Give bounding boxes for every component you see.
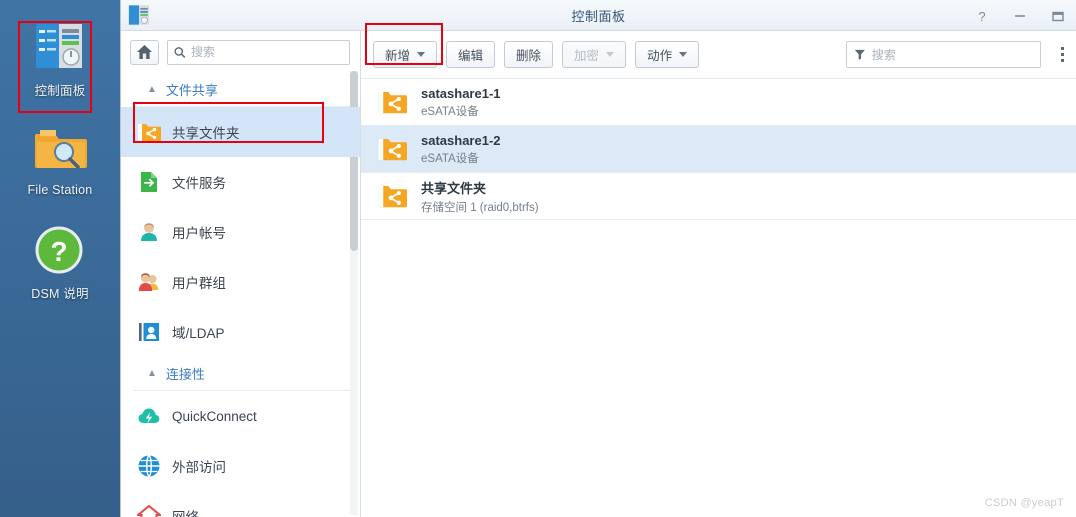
chevron-down-icon xyxy=(606,52,615,57)
chevron-down-icon xyxy=(417,52,426,57)
control-panel-window: 控制面板 ? 搜索 ▲ 文件共享 共享文件夹 文件服务 用户帐号 用户群组 域/… xyxy=(120,0,1076,517)
edit-button[interactable]: 编辑 xyxy=(446,41,496,68)
user-account-icon xyxy=(137,220,161,244)
sidebar-group-header-connectivity[interactable]: ▲ 连接性 xyxy=(133,357,350,391)
delete-button-label: 删除 xyxy=(516,49,542,63)
sidebar-item-label: 用户群组 xyxy=(172,276,226,291)
action-button[interactable]: 动作 xyxy=(635,41,700,68)
encrypt-button-label: 加密 xyxy=(574,49,600,63)
desktop-background: 控制面板 File Station ? DSM 说明 xyxy=(0,0,120,517)
list-item-subtitle: 存储空间 1 (raid0,btrfs) xyxy=(421,201,539,214)
window-title: 控制面板 xyxy=(571,8,626,24)
chevron-up-icon: ▲ xyxy=(147,367,157,379)
shared-folder-icon xyxy=(137,120,161,144)
shared-folder-list: satashare1-1 eSATA设备 satashare1-2 eSATA设… xyxy=(361,79,1076,517)
sidebar-item-external-access[interactable]: 外部访问 xyxy=(121,441,360,491)
list-item-title: 共享文件夹 xyxy=(421,180,487,196)
window-controls: ? xyxy=(972,0,1068,31)
content-pane: 新增 编辑 删除 加密 动作 搜索 satashare1-1 eSATA设备 s… xyxy=(361,31,1076,517)
home-icon[interactable] xyxy=(130,39,160,65)
desktop-icon-label: File Station xyxy=(27,183,93,197)
desktop-icon-file-station[interactable]: File Station xyxy=(0,125,120,197)
sidebar-item-label: 用户帐号 xyxy=(172,226,226,241)
list-item-subtitle: eSATA设备 xyxy=(421,105,479,118)
sidebar-group-header-file-sharing[interactable]: ▲ 文件共享 xyxy=(133,73,350,107)
sidebar-group-label: 连接性 xyxy=(165,367,205,382)
desktop-icon-label: DSM 说明 xyxy=(31,287,89,301)
control-panel-icon xyxy=(34,22,86,74)
sidebar-group-label: 文件共享 xyxy=(165,83,218,98)
sidebar-item-label: 域/LDAP xyxy=(172,326,225,341)
minimize-icon[interactable] xyxy=(1010,6,1030,26)
sidebar-item-file-service[interactable]: 文件服务 xyxy=(121,157,360,207)
sidebar-item-label: 外部访问 xyxy=(172,460,226,475)
user-group-icon xyxy=(137,270,161,294)
quickconnect-icon xyxy=(137,404,161,428)
sidebar-item-shared-folder[interactable]: 共享文件夹 xyxy=(121,107,360,157)
list-item[interactable]: satashare1-2 eSATA设备 xyxy=(361,126,1076,172)
desktop-icon-label: 控制面板 xyxy=(34,84,86,98)
sidebar-scroll-area: ▲ 文件共享 共享文件夹 文件服务 用户帐号 用户群组 域/LDAP ▲ 连接性… xyxy=(121,69,360,517)
sidebar-item-label: 网络 xyxy=(172,506,199,517)
create-button-label: 新增 xyxy=(385,49,411,63)
watermark: CSDN @yeapT xyxy=(984,497,1064,509)
file-service-icon xyxy=(137,170,161,194)
filter-icon xyxy=(854,49,865,60)
shared-folder-icon xyxy=(377,87,407,117)
chevron-up-icon: ▲ xyxy=(147,83,157,95)
more-options-icon[interactable] xyxy=(1054,41,1070,68)
sidebar-item-user-group[interactable]: 用户群组 xyxy=(121,257,360,307)
sidebar-item-user-account[interactable]: 用户帐号 xyxy=(121,207,360,257)
dsm-help-icon: ? xyxy=(34,225,86,277)
sidebar-item-label: 共享文件夹 xyxy=(172,126,240,141)
search-icon xyxy=(174,46,186,58)
filter-input[interactable] xyxy=(871,47,1033,62)
shared-folder-icon xyxy=(377,181,407,211)
file-station-icon xyxy=(34,125,87,177)
sidebar-item-domain-ldap[interactable]: 域/LDAP xyxy=(121,307,360,357)
list-item[interactable]: 共享文件夹 存储空间 1 (raid0,btrfs) xyxy=(361,173,1076,219)
sidebar-item-network[interactable]: 网络 xyxy=(121,491,360,517)
help-icon[interactable]: ? xyxy=(972,6,992,26)
network-icon xyxy=(135,504,163,517)
desktop-icon-control-panel[interactable]: 控制面板 xyxy=(0,22,120,99)
edit-button-label: 编辑 xyxy=(458,49,484,63)
content-toolbar: 新增 编辑 删除 加密 动作 xyxy=(361,31,1076,79)
svg-text:?: ? xyxy=(50,236,67,267)
chevron-down-icon xyxy=(679,52,688,57)
sidebar: ▲ 文件共享 共 xyxy=(121,31,361,517)
list-divider xyxy=(361,219,1076,220)
list-item[interactable]: satashare1-1 eSATA设备 xyxy=(361,79,1076,125)
action-button-label: 动作 xyxy=(647,49,673,63)
list-item-title: satashare1-2 xyxy=(421,132,501,148)
delete-button[interactable]: 删除 xyxy=(504,41,554,68)
maximize-icon[interactable] xyxy=(1048,6,1068,26)
domain-ldap-icon xyxy=(137,320,161,344)
sidebar-item-quickconnect[interactable]: QuickConnect xyxy=(121,391,360,441)
sidebar-toolbar xyxy=(121,35,360,69)
encrypt-button: 加密 xyxy=(562,41,627,68)
svg-text:?: ? xyxy=(978,9,985,23)
sidebar-search[interactable] xyxy=(167,39,350,65)
external-access-icon xyxy=(137,454,161,478)
desktop-icon-dsm-help[interactable]: ? DSM 说明 xyxy=(0,225,120,302)
shared-folder-icon xyxy=(377,134,407,164)
list-item-subtitle: eSATA设备 xyxy=(421,152,479,165)
sidebar-item-label: QuickConnect xyxy=(172,408,257,424)
create-button[interactable]: 新增 xyxy=(373,41,438,68)
window-titlebar: 控制面板 ? xyxy=(121,0,1076,31)
sidebar-item-label: 文件服务 xyxy=(172,176,226,191)
filter-search-box[interactable] xyxy=(846,41,1041,68)
list-item-title: satashare1-1 xyxy=(421,85,501,101)
search-input[interactable] xyxy=(191,45,343,59)
